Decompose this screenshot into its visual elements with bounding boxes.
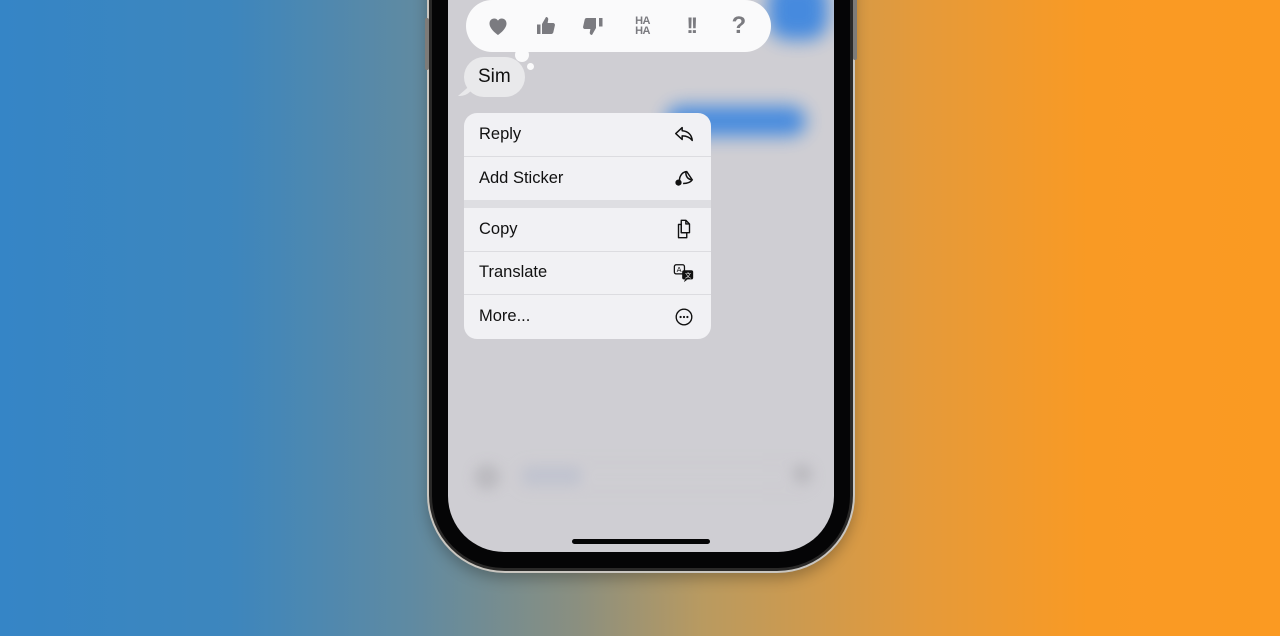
reply-arrow-icon [672,122,696,146]
menu-item-translate[interactable]: Translate A文 [464,252,711,295]
home-indicator[interactable] [572,539,710,544]
menu-item-label: More... [479,307,531,326]
haha-bottom: HA [635,25,650,37]
reaction-haha[interactable]: HA HA [624,7,662,45]
svg-text:文: 文 [685,270,692,279]
translate-icon: A文 [672,261,696,285]
received-message-bubble[interactable]: Sim [464,57,525,97]
message-input-bar [474,460,824,494]
reaction-thumbs-up[interactable] [527,7,565,45]
blurred-sent-message [768,0,828,40]
power-button [853,0,857,60]
question-mark-icon: ? [731,12,747,39]
reaction-emphasize[interactable]: !! [672,7,710,45]
volume-button [425,18,429,70]
reaction-bar-tail [515,48,529,62]
copy-documents-icon [672,217,696,241]
phone-screen: HA HA !! ? Sim Reply Add Sticker Copy Tr… [448,0,834,552]
reaction-thumbs-down[interactable] [575,7,613,45]
menu-item-label: Translate [479,263,548,282]
reaction-question[interactable]: ? [720,7,758,45]
menu-item-add-sticker[interactable]: Add Sticker [464,157,711,201]
tapback-reaction-bar: HA HA !! ? [466,0,771,52]
thumbs-up-icon [537,17,556,34]
reaction-heart[interactable] [479,7,517,45]
ellipsis-circle-icon [672,305,696,329]
svg-text:A: A [677,265,682,274]
menu-item-copy[interactable]: Copy [464,208,711,252]
double-exclamation-icon: !! [686,13,698,38]
reaction-bar-tail-small [527,63,534,70]
sticker-icon [672,166,696,190]
message-text: Sim [478,66,511,87]
menu-item-label: Reply [479,124,522,143]
menu-item-more[interactable]: More... [464,295,711,339]
message-placeholder [522,466,582,486]
menu-item-label: Add Sticker [479,168,564,187]
menu-group-secondary: Copy Translate A文 More... [464,208,711,339]
heart-icon [489,18,507,35]
mic-button [792,464,812,484]
apps-button [474,464,500,490]
menu-item-label: Copy [479,219,518,238]
haha-icon: HA HA [635,16,650,37]
context-menu: Reply Add Sticker Copy Translate A 文 Mor… [464,113,711,339]
menu-group-primary: Reply Add Sticker [464,113,711,200]
menu-group-separator [464,200,711,208]
menu-item-reply[interactable]: Reply [464,113,711,157]
thumbs-down-icon [583,18,603,35]
